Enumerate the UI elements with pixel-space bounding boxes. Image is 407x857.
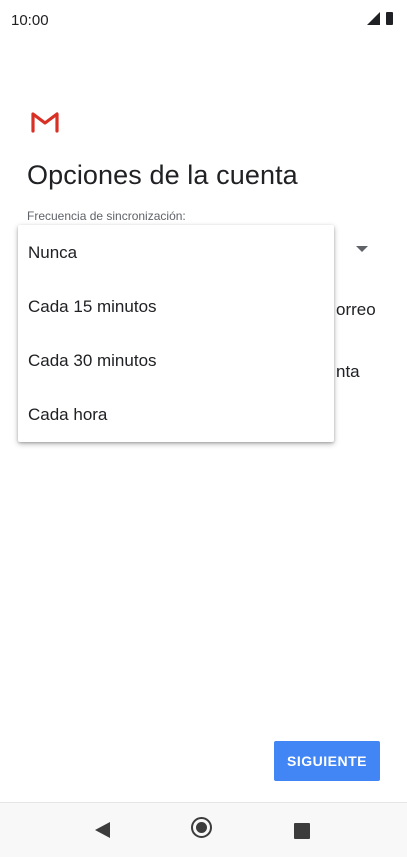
page-title: Opciones de la cuenta [27,160,298,190]
home-icon[interactable] [191,817,212,838]
signal-icon [367,12,380,25]
status-time: 10:00 [11,12,49,29]
gmail-icon [31,112,59,133]
next-button[interactable]: SIGUIENTE [274,741,380,781]
battery-icon [386,12,393,25]
background-text-fragment: orreo [336,300,376,319]
back-icon[interactable] [95,822,110,838]
status-icons [367,12,393,25]
dropdown-arrow-icon[interactable] [356,246,368,252]
sync-frequency-dropdown: Nunca Cada 15 minutos Cada 30 minutos Ca… [18,225,334,442]
navigation-bar [0,802,407,857]
background-text-fragment: nta [336,362,360,381]
option-never[interactable]: Nunca [18,226,334,280]
option-every-hour[interactable]: Cada hora [18,388,334,442]
option-every-15-minutes[interactable]: Cada 15 minutos [18,280,334,334]
status-bar: 10:00 [0,0,407,40]
option-every-30-minutes[interactable]: Cada 30 minutos [18,334,334,388]
sync-frequency-label: Frecuencia de sincronización: [27,209,186,223]
recents-icon[interactable] [294,823,310,839]
